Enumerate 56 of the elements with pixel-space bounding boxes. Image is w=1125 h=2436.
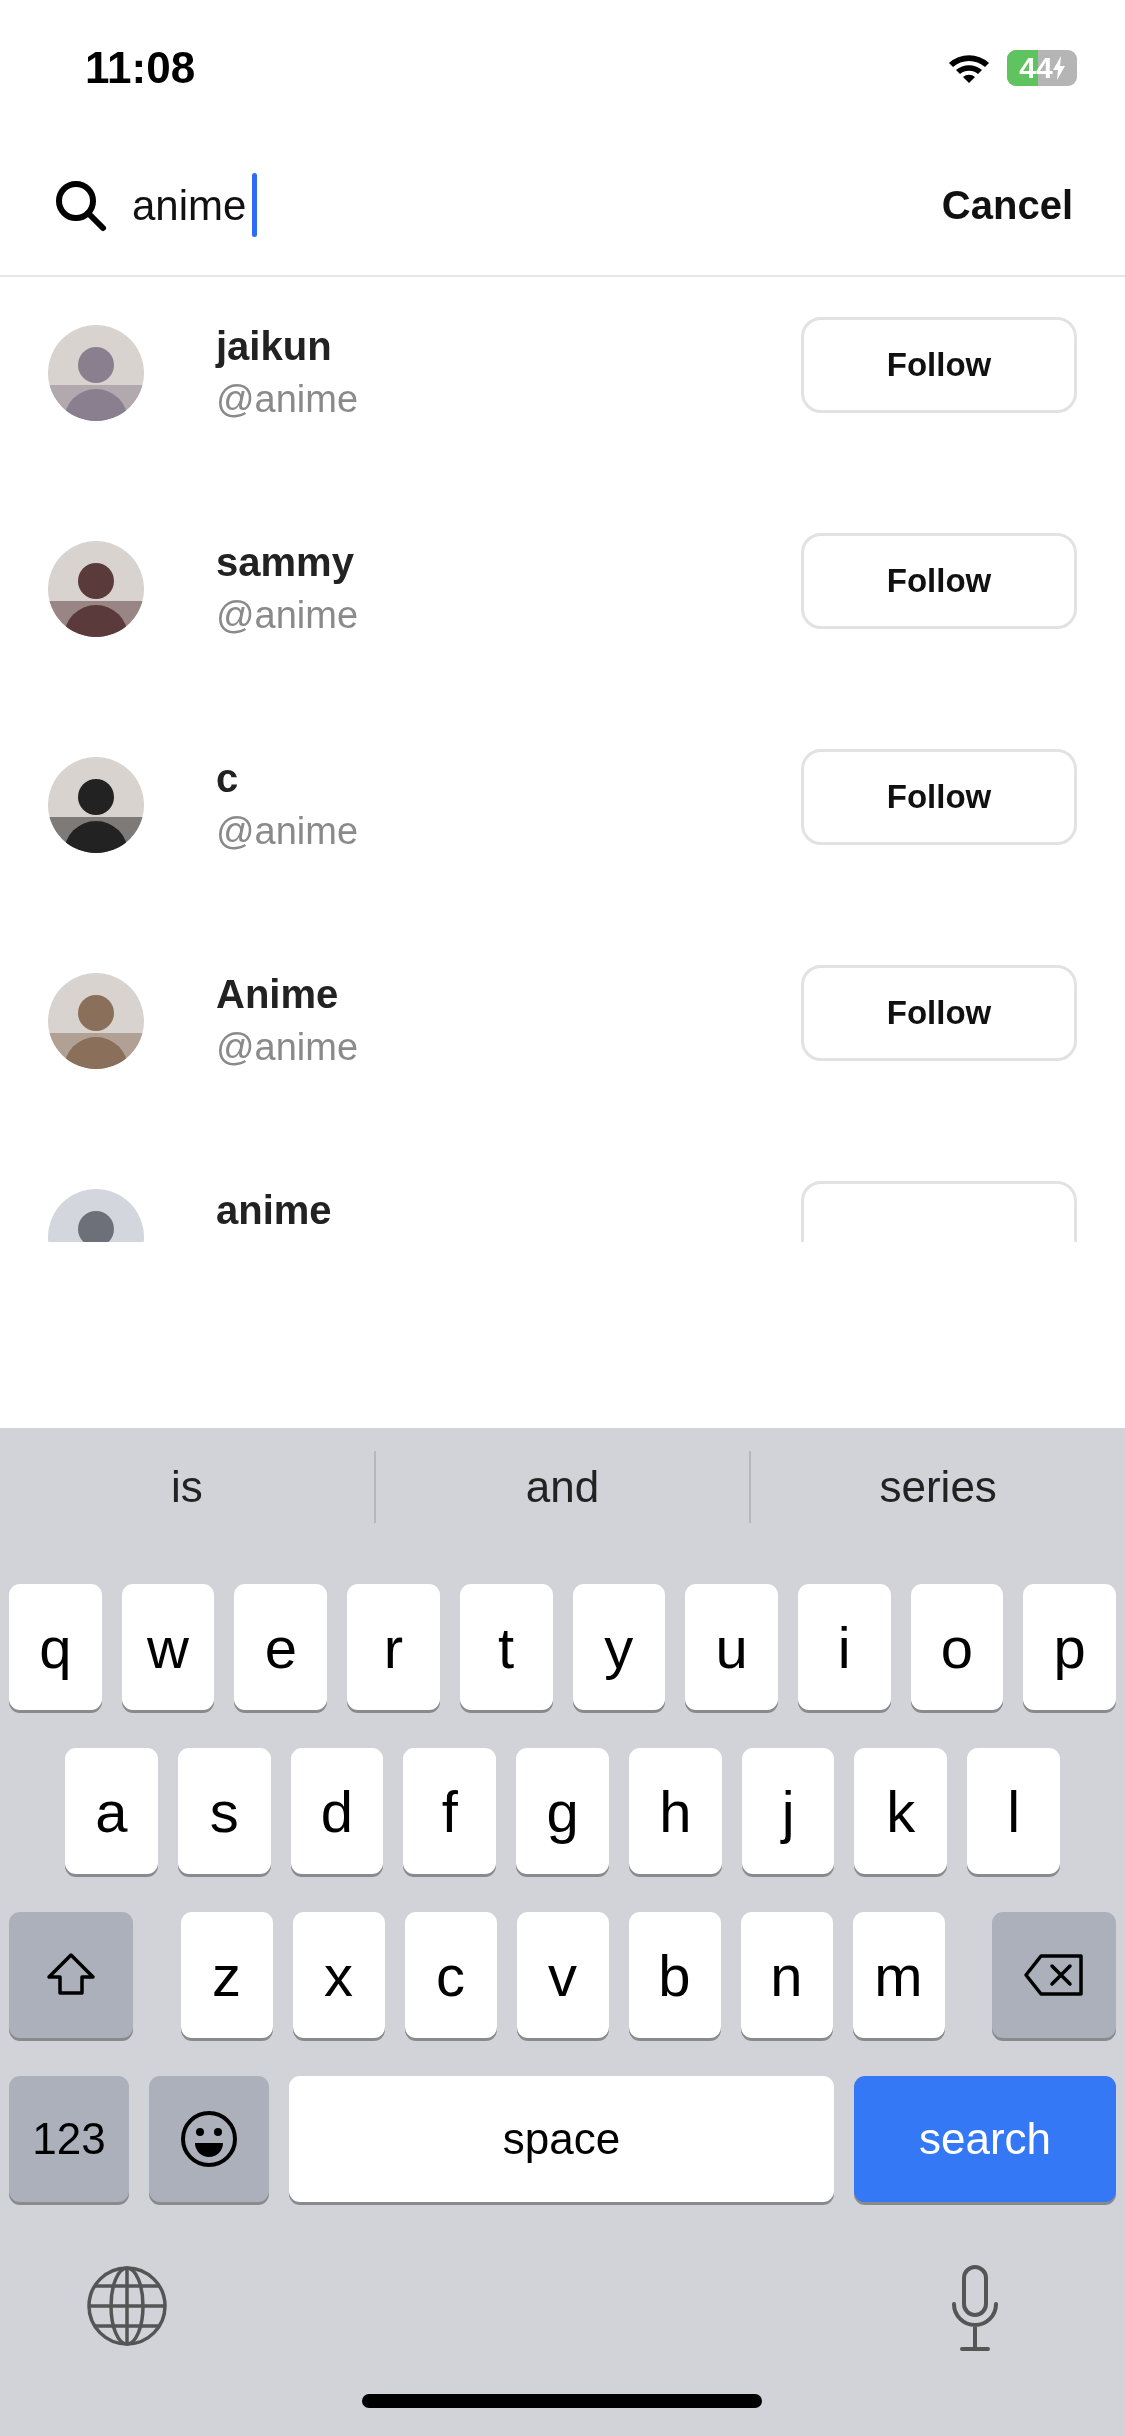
numbers-key[interactable]: 123 (9, 2076, 129, 2202)
letter-key[interactable]: d (290, 1748, 384, 1874)
microphone-icon (950, 2264, 1000, 2354)
letter-key[interactable]: v (516, 1912, 609, 2038)
letter-key[interactable]: a (65, 1748, 158, 1874)
letter-key[interactable]: j (741, 1748, 835, 1874)
search-field[interactable]: anime (132, 173, 942, 237)
letter-key[interactable]: z (180, 1912, 273, 2038)
word-suggestion[interactable]: is (0, 1454, 374, 1520)
user-handle: @anime (216, 377, 360, 422)
cancel-button[interactable]: Cancel (941, 175, 1073, 235)
letter-key[interactable]: f (403, 1748, 497, 1874)
letter-key[interactable]: x (292, 1912, 385, 2038)
emoji-key[interactable] (149, 2076, 269, 2202)
follow-button[interactable]: Follow (801, 533, 1077, 629)
letter-key[interactable]: i (797, 1584, 891, 1710)
follow-button[interactable]: Follow (801, 965, 1077, 1061)
letter-key[interactable]: n (740, 1912, 833, 2038)
follow-button[interactable]: Follow (801, 749, 1077, 845)
battery-percentage: 44 (1019, 52, 1053, 83)
word-suggestion[interactable]: and (375, 1454, 750, 1520)
follow-button[interactable]: Follow (801, 317, 1077, 413)
letter-key[interactable]: o (910, 1584, 1004, 1710)
letter-key[interactable]: h (628, 1748, 722, 1874)
letter-key[interactable]: t (459, 1584, 553, 1710)
letter-key[interactable]: b (628, 1912, 721, 2038)
backspace-key[interactable] (992, 1912, 1116, 2038)
space-key[interactable]: space (289, 2076, 834, 2202)
letter-key[interactable]: u (685, 1584, 778, 1710)
username: c (216, 755, 240, 801)
user-handle: @anime (216, 1025, 360, 1070)
username: jaikun (216, 323, 333, 369)
letter-key[interactable]: w (121, 1584, 215, 1710)
letter-key[interactable]: y (572, 1584, 666, 1710)
search-key[interactable]: search (854, 2076, 1116, 2202)
username: anime (216, 1187, 333, 1233)
user-handle: @anime (216, 593, 360, 638)
letter-key[interactable]: g (516, 1748, 609, 1874)
letter-key[interactable]: e (234, 1584, 328, 1710)
letter-key[interactable]: k (854, 1748, 948, 1874)
backspace-icon (1023, 1953, 1085, 1997)
shift-key[interactable] (9, 1912, 133, 2038)
letter-key[interactable]: c (404, 1912, 497, 2038)
letter-key[interactable]: l (967, 1748, 1061, 1874)
globe-icon (85, 2264, 169, 2348)
letter-key[interactable]: p (1023, 1584, 1117, 1710)
smiley-icon (179, 2109, 239, 2169)
username: sammy (216, 539, 355, 585)
letter-key[interactable]: r (347, 1584, 440, 1710)
letter-key[interactable]: q (9, 1584, 102, 1710)
word-suggestion[interactable]: series (751, 1454, 1125, 1520)
letter-key[interactable]: s (177, 1748, 271, 1874)
letter-key[interactable]: m (852, 1912, 945, 2038)
username: Anime (216, 971, 340, 1017)
user-handle: @anime (216, 809, 360, 854)
clock-time: 11:08 (85, 41, 196, 94)
